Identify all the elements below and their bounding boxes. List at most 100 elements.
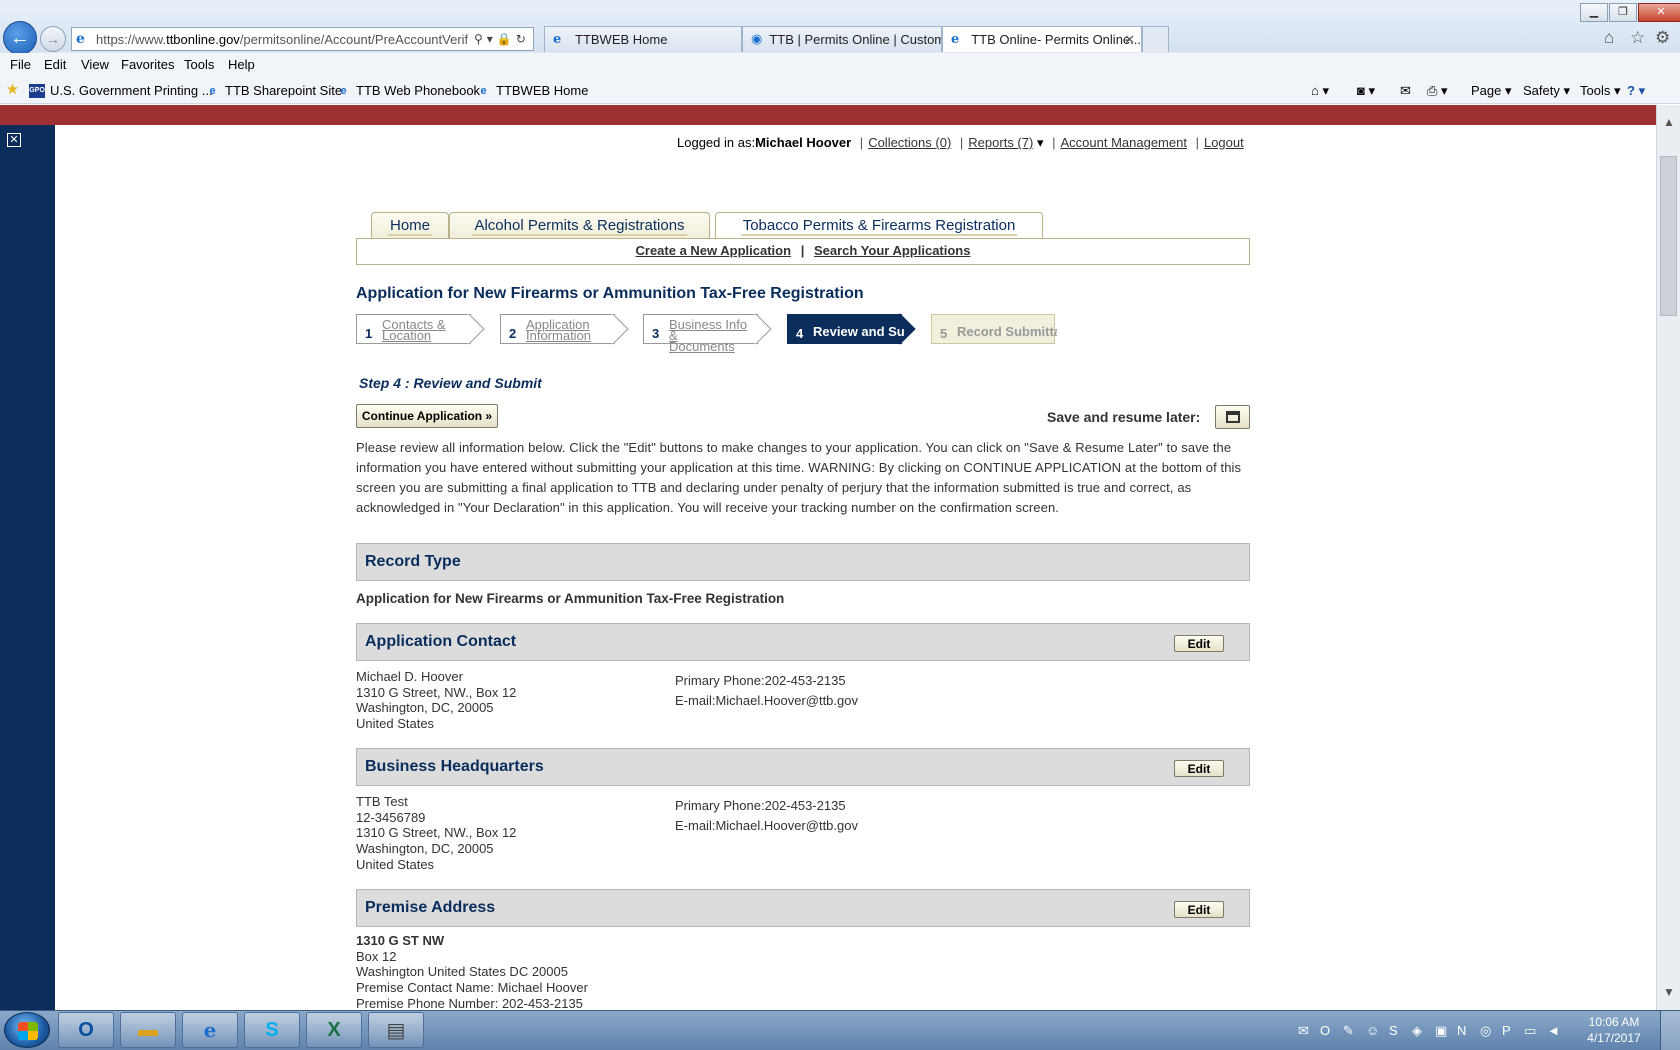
lock-icon[interactable]: 🔒 [497, 32, 516, 46]
start-button[interactable] [4, 1012, 50, 1048]
edit-application-contact-button[interactable]: Edit [1174, 635, 1224, 652]
ie-icon: e [203, 1018, 217, 1042]
tray-monitor-icon[interactable]: ▭ [1524, 1023, 1536, 1039]
scroll-up-icon[interactable]: ▲ [1663, 115, 1675, 129]
minimize-button[interactable]: ▁ [1580, 3, 1608, 22]
favorite-ttbweb[interactable]: e TTBWEB Home [476, 83, 588, 98]
tray-sync-icon[interactable]: ◎ [1480, 1023, 1491, 1039]
save-resume-button[interactable] [1215, 405, 1250, 429]
edit-premise-address-button[interactable]: Edit [1174, 901, 1224, 918]
logout-link[interactable]: Logout [1204, 135, 1244, 150]
menu-help[interactable]: Help [228, 57, 255, 72]
clock-date: 4/17/2017 [1587, 1031, 1641, 1045]
tray-mail-icon[interactable]: ✉ [1298, 1023, 1309, 1039]
taskbar-internet-explorer[interactable]: e [182, 1012, 238, 1048]
tray-device-icon[interactable]: ▣ [1435, 1023, 1447, 1039]
step-2-application[interactable]: 2 Application Information [500, 313, 629, 345]
search-icon[interactable]: ⚲ [474, 32, 487, 46]
page-menu-label: Page [1471, 83, 1502, 98]
close-tab-icon[interactable]: ✕ [1124, 32, 1135, 48]
page-content: Logged in as:Michael Hoover | Collections… [55, 125, 1656, 1010]
help-dropdown[interactable]: ? ▾ [1627, 83, 1645, 99]
tab-alcohol-label: Alcohol Permits & Registrations [472, 216, 687, 236]
address-tools: ⚲▾🔒↻ [474, 32, 530, 46]
favorite-sharepoint[interactable]: e TTB Sharepoint Site [205, 83, 342, 98]
taskbar-clock[interactable]: 10:06 AM 4/17/2017 [1584, 1014, 1644, 1046]
browser-tab-permits-online[interactable]: e TTB Online- Permits Online... ✕ [942, 26, 1142, 52]
contact-phone: Primary Phone:202-453-2135 [675, 673, 846, 688]
tray-pen-icon[interactable]: ✎ [1343, 1023, 1354, 1039]
vertical-scrollbar[interactable]: ▲ ▼ [1656, 105, 1680, 1010]
address-bar[interactable]: e https://www.ttbonline.gov/permitsonlin… [71, 27, 534, 51]
taskbar-excel[interactable]: X [306, 1012, 362, 1048]
browser-tab-permits-custom[interactable]: ◉ TTB | Permits Online | Custom... [742, 26, 942, 52]
tools-menu[interactable]: Tools ▾ [1580, 83, 1621, 99]
favorite-phonebook[interactable]: e TTB Web Phonebook [336, 83, 480, 98]
home-icon: ⌂ [1311, 83, 1319, 98]
page-menu[interactable]: Page ▾ [1471, 83, 1512, 99]
caret-down-icon[interactable]: ▾ [1033, 135, 1044, 150]
section-title: Application Contact [365, 633, 517, 650]
tray-volume-icon[interactable]: ◄ [1547, 1023, 1560, 1038]
mail-button[interactable]: ✉ [1400, 83, 1411, 99]
collections-link[interactable]: Collections (0) [868, 135, 951, 150]
restore-button[interactable]: ❐ [1609, 3, 1637, 22]
tab-home[interactable]: Home [371, 212, 449, 239]
menu-favorites[interactable]: Favorites [121, 57, 174, 72]
address-url[interactable]: https://www.ttbonline.gov/permitsonline/… [96, 32, 468, 47]
menu-file[interactable]: File [10, 57, 31, 72]
add-favorites-button[interactable]: ★ [5, 82, 25, 97]
account-management-link[interactable]: Account Management [1060, 135, 1186, 150]
step-number: 1 [365, 326, 373, 341]
favorite-gpo[interactable]: GPO U.S. Government Printing ... [29, 83, 213, 98]
menu-tools[interactable]: Tools [184, 57, 214, 72]
menu-bar: File Edit View Favorites Tools Help [0, 53, 1680, 77]
scrollbar-thumb[interactable] [1660, 156, 1677, 316]
tray-outlook-icon[interactable]: O [1320, 1023, 1330, 1038]
show-desktop-button[interactable] [1660, 1011, 1680, 1050]
create-application-link[interactable]: Create a New Application [636, 243, 792, 258]
taskbar-skype[interactable]: S [244, 1012, 300, 1048]
dropdown-icon[interactable]: ▾ [487, 32, 497, 46]
forward-button[interactable]: → [40, 26, 66, 52]
print-dropdown[interactable]: ⎙ ▾ [1427, 83, 1448, 99]
back-button[interactable]: ← [3, 21, 37, 55]
step-5-record-submittal: 5 Record Submittal [931, 314, 1057, 344]
taskbar-window[interactable]: ▤ [368, 1012, 424, 1048]
tray-user-icon[interactable]: ☺ [1366, 1023, 1379, 1038]
home-icon[interactable]: ⌂ [1604, 28, 1614, 48]
tray-network-icon[interactable]: N [1457, 1023, 1466, 1038]
continue-application-button[interactable]: Continue Application » [356, 404, 498, 428]
step-3-business[interactable]: 3 Business Info & Documents [643, 313, 772, 353]
menu-view[interactable]: View [81, 57, 109, 72]
menu-edit[interactable]: Edit [44, 57, 66, 72]
close-sidebar-icon[interactable]: ✕ [7, 133, 21, 147]
taskbar-outlook[interactable]: O [58, 1012, 114, 1048]
new-tab-button[interactable] [1142, 26, 1169, 52]
favorites-star-icon[interactable]: ☆ [1630, 28, 1645, 48]
reports-link[interactable]: Reports (7) [968, 135, 1033, 150]
scroll-down-icon[interactable]: ▼ [1663, 985, 1675, 999]
business-headquarters-info: Primary Phone:202-453-2135 E-mail:Michae… [675, 796, 858, 836]
browser-tab-ttbweb[interactable]: e TTBWEB Home [544, 26, 742, 52]
page-title: Application for New Firearms or Ammuniti… [356, 285, 864, 302]
tab-label: TTB Online- Permits Online... [971, 32, 1141, 47]
edit-business-headquarters-button[interactable]: Edit [1174, 760, 1224, 777]
search-applications-link[interactable]: Search Your Applications [814, 243, 971, 258]
feeds-dropdown[interactable]: ◙ ▾ [1357, 83, 1375, 99]
tab-alcohol-permits[interactable]: Alcohol Permits & Registrations [449, 212, 710, 239]
home-dropdown[interactable]: ⌂ ▾ [1311, 83, 1329, 99]
mail-icon: ✉ [1400, 83, 1411, 98]
safety-menu[interactable]: Safety ▾ [1523, 83, 1570, 99]
tray-p-icon[interactable]: P [1502, 1023, 1511, 1038]
close-window-button[interactable]: ✕ [1638, 3, 1680, 22]
application-contact-address: Michael D. Hoover 1310 G Street, NW., Bo… [356, 669, 517, 732]
tab-tobacco-firearms[interactable]: Tobacco Permits & Firearms Registration [715, 212, 1043, 240]
step-1-contacts[interactable]: 1 Contacts & Location [356, 313, 485, 345]
gear-icon[interactable]: ⚙ [1655, 28, 1670, 48]
refresh-icon[interactable]: ↻ [516, 32, 530, 46]
clock-time: 10:06 AM [1588, 1015, 1640, 1029]
taskbar-explorer[interactable]: ▬ [120, 1012, 176, 1048]
tray-skype-icon[interactable]: S [1389, 1023, 1398, 1038]
tray-shield-icon[interactable]: ◈ [1412, 1023, 1422, 1039]
